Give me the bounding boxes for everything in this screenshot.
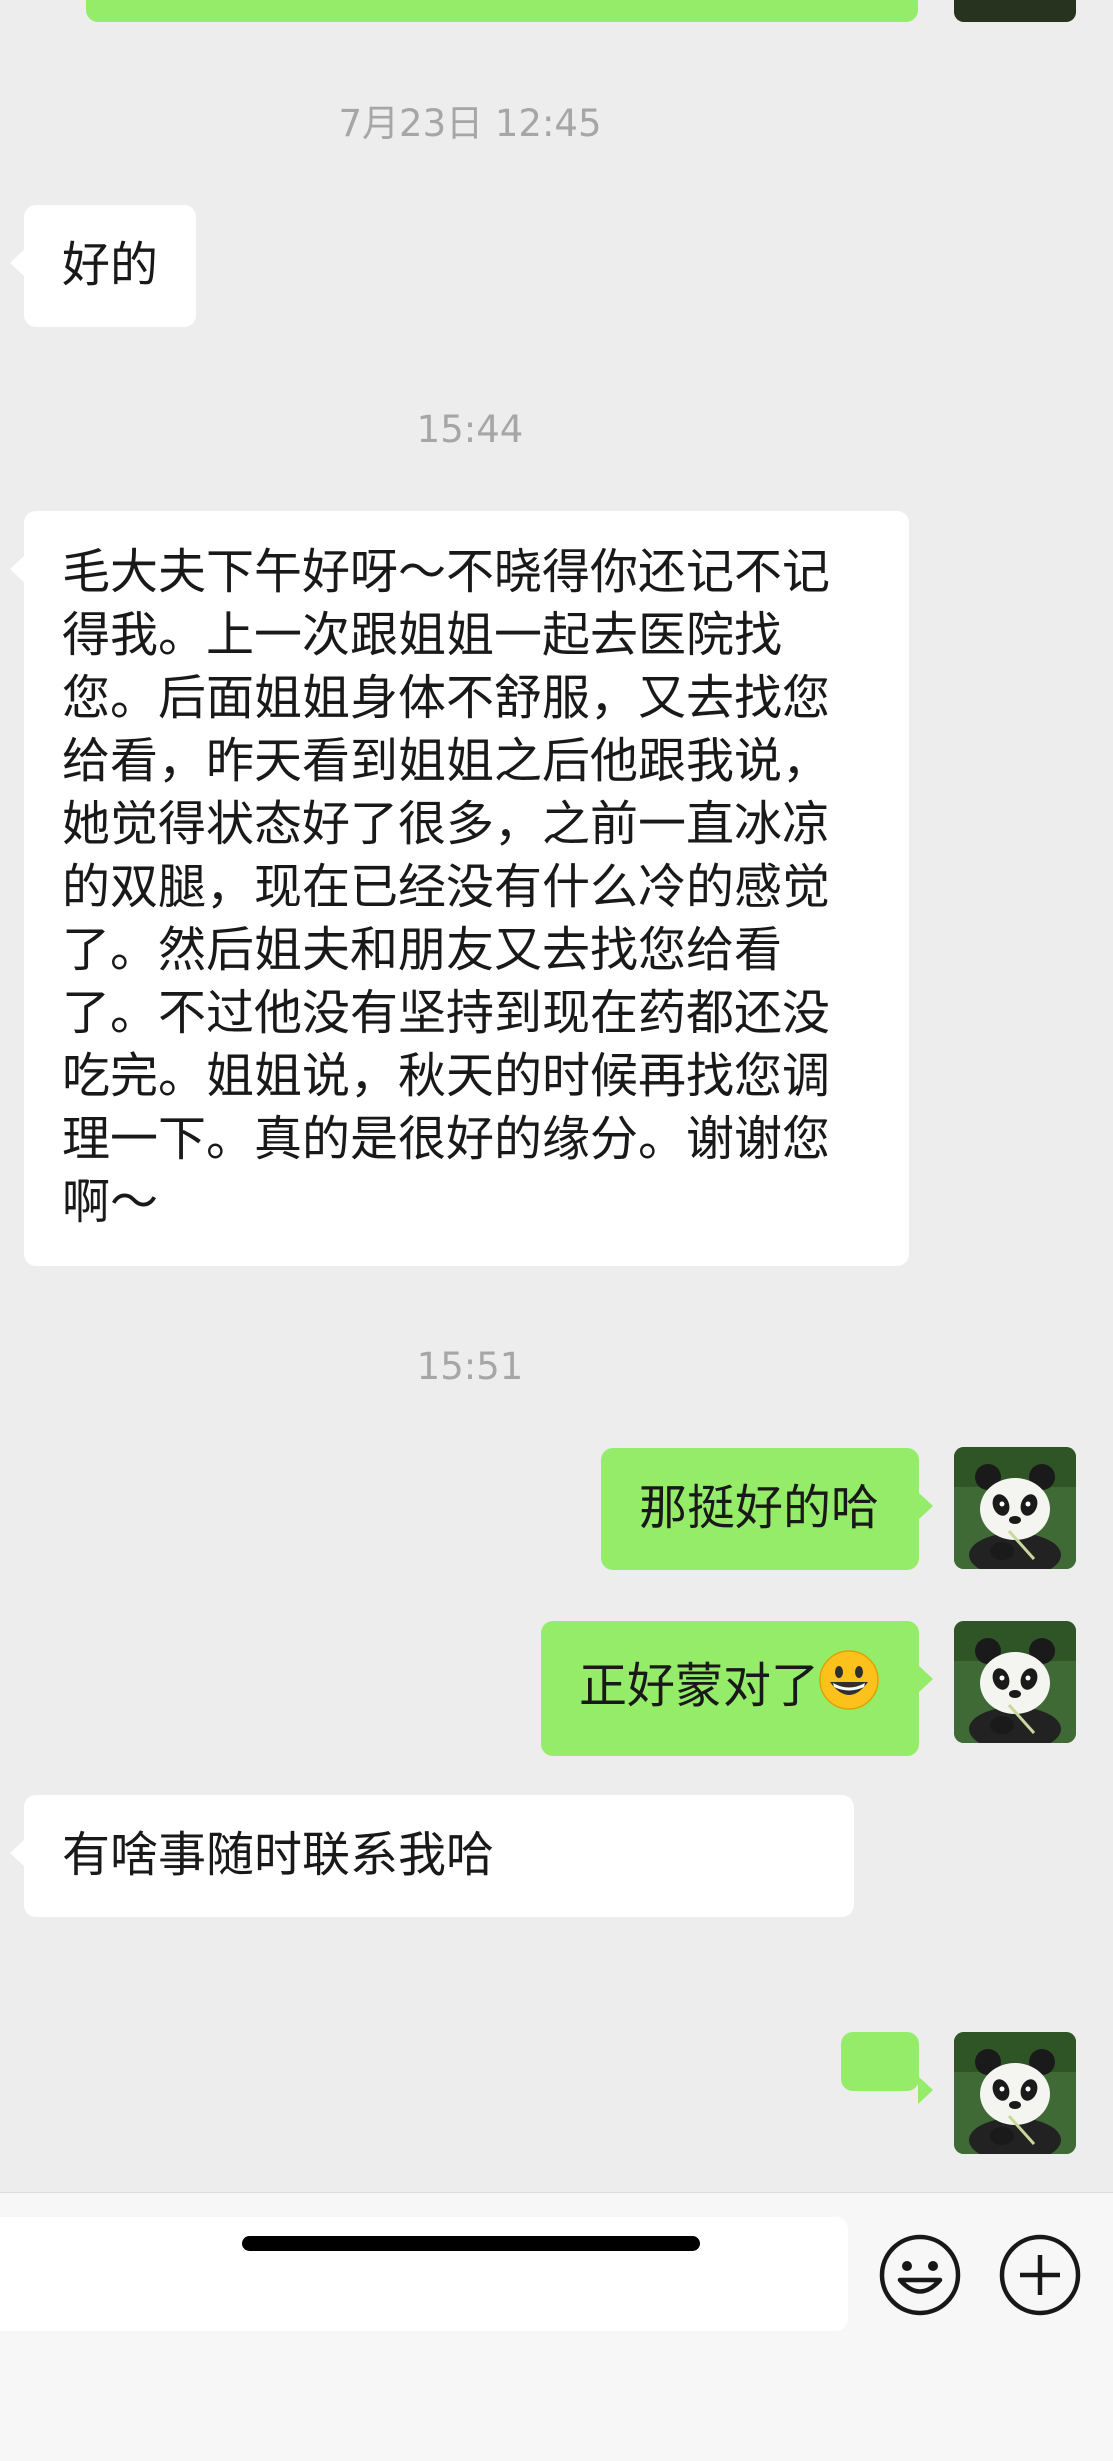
my-avatar-partial[interactable] <box>954 0 1076 22</box>
grinning-face-emoji <box>819 1650 879 1726</box>
timestamp: 15:44 <box>416 408 524 451</box>
panda-icon <box>954 2032 1076 2154</box>
message-text: 正好蒙对了 <box>578 1658 819 1714</box>
message-text: 那挺好的哈 <box>638 1480 879 1536</box>
panda-avatar[interactable] <box>954 1447 1076 1569</box>
incoming-message-bubble[interactable]: 有啥事随时联系我哈 <box>10 1795 854 1917</box>
message-text: 好的 <box>62 237 159 293</box>
panda-icon <box>954 1447 1076 1569</box>
panda-avatar[interactable] <box>954 2032 1076 2154</box>
outgoing-message-bubble[interactable] <box>841 2032 933 2104</box>
incoming-message-bubble[interactable]: 毛大夫下午好呀～不晓得你还记不记 得我。上一次跟姐姐一起去医院找 您。后面姐姐身… <box>10 511 909 1266</box>
message-text: 有啥事随时联系我哈 <box>62 1827 495 1883</box>
outgoing-message-bubble[interactable]: 那挺好的哈 <box>600 1448 934 1570</box>
message-input[interactable] <box>0 2217 848 2331</box>
home-indicator[interactable] <box>242 2236 700 2251</box>
plus-circle-icon[interactable] <box>998 2233 1082 2317</box>
panda-avatar[interactable] <box>954 1621 1076 1743</box>
incoming-message-bubble[interactable]: 好的 <box>9 205 197 327</box>
chat-area[interactable]: 7月23日 12:45 好的 15:44 毛大夫下午好呀～不晓得你还记不记 得我… <box>0 0 1113 2192</box>
outgoing-message-bubble[interactable]: 正好蒙对了 <box>540 1621 934 1756</box>
message-text: 毛大夫下午好呀～不晓得你还记不记 得我。上一次跟姐姐一起去医院找 您。后面姐姐身… <box>62 544 831 1230</box>
input-bar <box>0 2192 1113 2461</box>
outgoing-message-bubble-partial[interactable] <box>86 0 918 22</box>
panda-icon <box>954 1621 1076 1743</box>
emoji-smile-icon[interactable] <box>878 2233 962 2317</box>
timestamp: 15:51 <box>416 1345 524 1388</box>
timestamp: 7月23日 12:45 <box>338 102 602 145</box>
